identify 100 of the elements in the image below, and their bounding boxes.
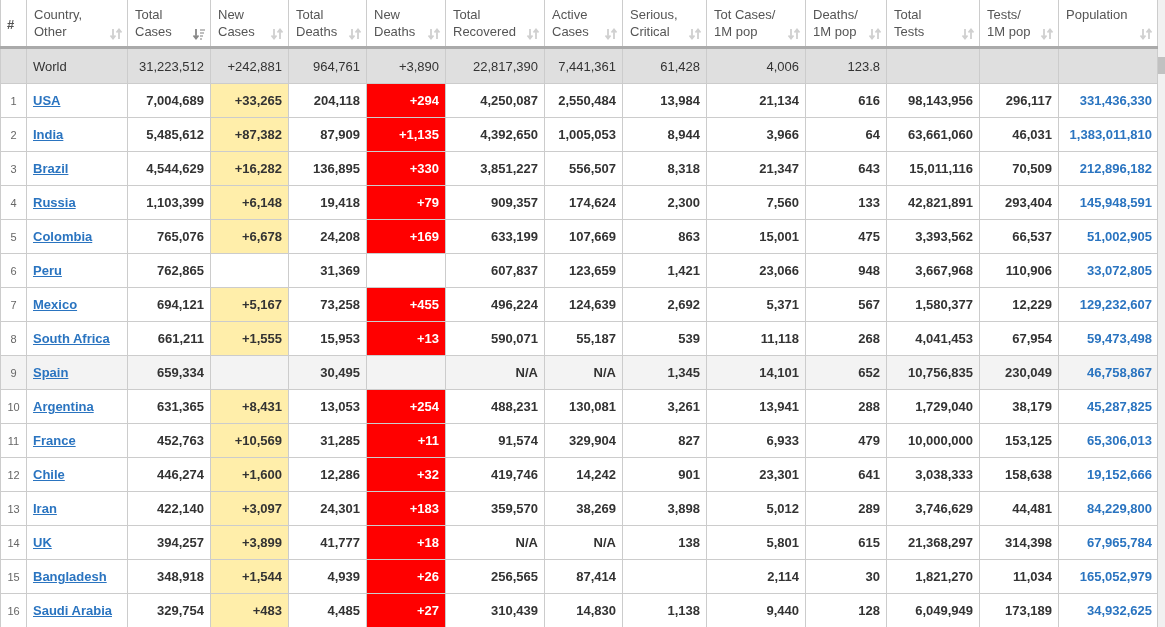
population-value: 145,948,591 — [1079, 195, 1152, 210]
table-cell: 590,071 — [491, 331, 538, 346]
table-cell: +242,881 — [227, 58, 282, 74]
table-cell: N/A — [593, 365, 616, 380]
table-cell: +79 — [416, 195, 439, 210]
country-link[interactable]: France — [33, 433, 76, 448]
table-cell: +455 — [409, 297, 439, 312]
table-cell: 556,507 — [569, 161, 616, 176]
country-link[interactable]: UK — [33, 535, 52, 550]
country-link[interactable]: USA — [33, 93, 61, 108]
scrollbar-thumb[interactable] — [1158, 57, 1165, 74]
table-cell: 5,485,612 — [146, 127, 204, 142]
table-cell: 1,580,377 — [915, 297, 973, 312]
table-cell: 8,944 — [667, 127, 700, 142]
country-link[interactable]: Chile — [33, 467, 65, 482]
table-cell: 12,229 — [1012, 297, 1052, 312]
table-cell: +33,265 — [234, 93, 282, 108]
column-header[interactable]: Population — [1058, 0, 1158, 48]
table-cell: 12 — [7, 468, 20, 481]
column-header[interactable]: Total Recovered — [445, 0, 545, 48]
sort-icon[interactable] — [868, 27, 882, 41]
table-cell: 10 — [7, 400, 20, 413]
table-cell: +330 — [409, 161, 439, 176]
population-value: 45,287,825 — [1086, 399, 1152, 414]
table-cell: +294 — [409, 93, 439, 108]
country-link[interactable]: Brazil — [33, 161, 69, 176]
table-cell: 827 — [678, 433, 700, 448]
table-cell: 123.8 — [847, 58, 880, 74]
column-header[interactable]: Country, Other — [26, 0, 128, 48]
country-link[interactable]: India — [33, 127, 64, 142]
population-value: 51,002,905 — [1086, 229, 1152, 244]
table-cell: +1,135 — [398, 127, 439, 142]
column-header[interactable]: Deaths/ 1M pop — [805, 0, 887, 48]
table-cell: 87,909 — [320, 127, 360, 142]
column-header[interactable]: Total Deaths — [288, 0, 367, 48]
sort-icon[interactable] — [604, 27, 618, 41]
column-header[interactable]: # — [0, 0, 27, 48]
country-link[interactable]: Peru — [33, 263, 62, 278]
table-cell: 479 — [858, 433, 880, 448]
table-cell: +32 — [416, 467, 439, 482]
sort-icon[interactable] — [109, 27, 123, 41]
column-header[interactable]: Active Cases — [544, 0, 623, 48]
table-cell: 138 — [678, 535, 700, 550]
table-cell: 38,269 — [576, 501, 616, 516]
table-cell: N/A — [515, 365, 538, 380]
sort-icon[interactable] — [427, 27, 441, 41]
table-cell: 616 — [858, 93, 880, 108]
table-cell: +5,167 — [241, 297, 282, 312]
table-cell: 3,898 — [667, 501, 700, 516]
column-header[interactable]: Total Tests — [886, 0, 980, 48]
sort-icon[interactable] — [1040, 27, 1054, 41]
column-header[interactable]: New Cases — [210, 0, 289, 48]
scrollbar[interactable] — [1158, 0, 1165, 627]
population-value: 129,232,607 — [1079, 297, 1152, 312]
table-cell: 14,101 — [759, 365, 799, 380]
table-cell: 66,537 — [1012, 229, 1052, 244]
column-header[interactable]: Tot Cases/ 1M pop — [706, 0, 806, 48]
sort-icon[interactable] — [961, 27, 975, 41]
population-value: 67,965,784 — [1086, 535, 1152, 550]
table-cell: 2,300 — [667, 195, 700, 210]
table-cell: 3,966 — [766, 127, 799, 142]
column-header[interactable]: New Deaths — [366, 0, 446, 48]
sort-icon[interactable] — [688, 27, 702, 41]
table-cell: 329,754 — [157, 603, 204, 618]
column-header[interactable]: Serious, Critical — [622, 0, 707, 48]
table-cell: N/A — [593, 535, 616, 550]
table-cell: 12,286 — [320, 467, 360, 482]
table-cell: 128 — [858, 603, 880, 618]
country-link[interactable]: Russia — [33, 195, 76, 210]
table-cell: +483 — [252, 603, 282, 618]
sort-icon[interactable] — [787, 27, 801, 41]
table-cell: 394,257 — [157, 535, 204, 550]
sort-icon[interactable] — [526, 27, 540, 41]
sort-icon[interactable] — [270, 27, 284, 41]
table-cell: 130,081 — [569, 399, 616, 414]
table-cell: 42,821,891 — [907, 195, 973, 210]
sort-icon[interactable] — [348, 27, 362, 41]
country-link[interactable]: Iran — [33, 501, 57, 516]
table-cell: 765,076 — [157, 229, 204, 244]
table-cell: 5,371 — [766, 297, 799, 312]
table-cell: 21,347 — [759, 161, 799, 176]
table-cell: 6,933 — [766, 433, 799, 448]
population-value: 46,758,867 — [1086, 365, 1152, 380]
table-cell: 14,242 — [576, 467, 616, 482]
table-cell: 8,318 — [667, 161, 700, 176]
column-header[interactable]: Total Cases — [127, 0, 211, 48]
sort-icon[interactable] — [1139, 27, 1153, 41]
table-cell: 70,509 — [1012, 161, 1052, 176]
table-cell: 204,118 — [313, 93, 360, 108]
column-header[interactable]: Tests/ 1M pop — [979, 0, 1059, 48]
country-link[interactable]: Spain — [33, 365, 69, 380]
table-cell: 174,624 — [569, 195, 616, 210]
table-cell: 1,821,270 — [915, 569, 973, 584]
sort-descending-icon[interactable] — [192, 27, 206, 41]
table-cell: 11,034 — [1012, 569, 1052, 584]
country-link[interactable]: Mexico — [33, 297, 78, 312]
table-cell: 488,231 — [491, 399, 538, 414]
table-cell: 230,049 — [1005, 365, 1052, 380]
table-cell: 256,565 — [491, 569, 538, 584]
table-cell: 158,638 — [1005, 467, 1052, 482]
